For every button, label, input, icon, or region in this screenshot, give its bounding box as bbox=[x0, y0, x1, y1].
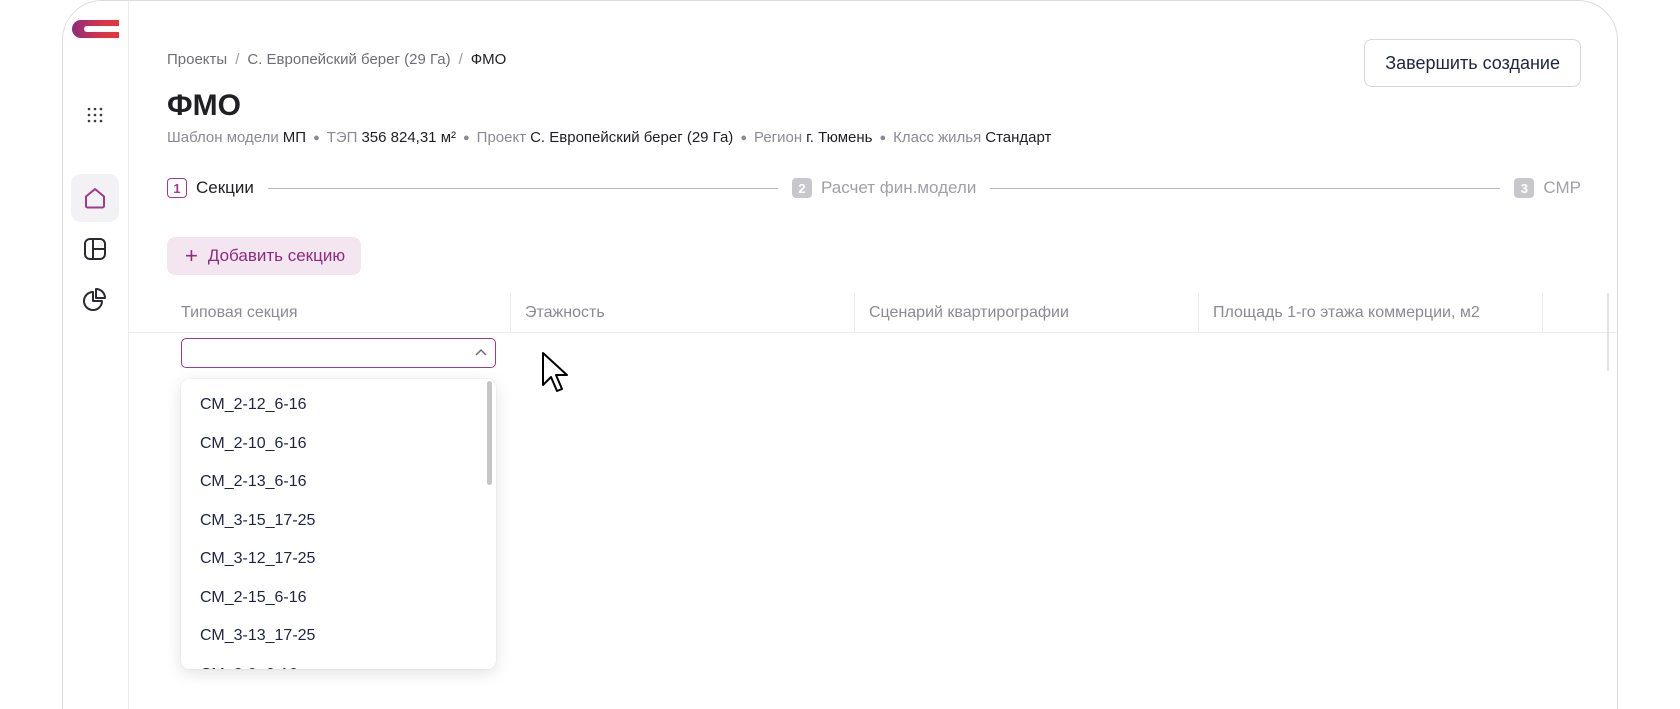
meta-separator: ● bbox=[463, 131, 470, 144]
step-sections[interactable]: 1 Секции bbox=[167, 178, 254, 198]
meta-separator: ● bbox=[313, 131, 320, 144]
dropdown-option[interactable]: СМ_3-12_17-25 bbox=[181, 540, 496, 579]
add-section-label: Добавить секцию bbox=[207, 246, 346, 265]
step-fin-model[interactable]: 2 Расчет фин.модели bbox=[791, 178, 977, 198]
main-content: Проекты / С. Европейский берег (29 Га) /… bbox=[129, 1, 1617, 709]
model-meta: Шаблон модели МП ● ТЭП 356 824,31 м² ● П… bbox=[167, 129, 1051, 146]
dropdown-option[interactable]: СМ_2-13_6-16 bbox=[181, 463, 496, 502]
breadcrumb-current: ФМО bbox=[470, 51, 507, 68]
logo-icon[interactable] bbox=[71, 19, 121, 39]
meta-project-label: Проект bbox=[476, 129, 527, 146]
breadcrumb-separator: / bbox=[458, 51, 463, 68]
home-icon bbox=[85, 188, 105, 209]
breadcrumb-separator: / bbox=[235, 51, 240, 68]
column-header-floors[interactable]: Этажность bbox=[511, 293, 855, 332]
dropdown-option[interactable]: СМ_3-13_17-25 bbox=[181, 617, 496, 656]
column-divider bbox=[1607, 293, 1609, 371]
column-header-commercial-area[interactable]: Площадь 1-го этажа коммерции, м2 bbox=[1199, 293, 1543, 332]
dropdown-option[interactable]: СМ_2-15_6-16 bbox=[181, 579, 496, 618]
nav-analytics-button[interactable] bbox=[71, 275, 119, 323]
meta-project-value: С. Европейский берег (29 Га) bbox=[530, 129, 734, 146]
meta-separator: ● bbox=[740, 131, 747, 144]
plus-icon: + bbox=[185, 243, 198, 268]
dropdown-scrollbar[interactable] bbox=[487, 381, 492, 485]
dropdown-option[interactable]: СМ_2-9_6-16 bbox=[181, 656, 496, 670]
meta-template-value: МП bbox=[282, 129, 307, 146]
nav-home-button[interactable] bbox=[71, 174, 119, 222]
section-type-select[interactable] bbox=[181, 338, 496, 368]
step-smr[interactable]: 3 СМР bbox=[1514, 178, 1581, 198]
layout-icon bbox=[84, 238, 106, 260]
step-connector bbox=[267, 187, 778, 189]
pie-chart-icon bbox=[83, 288, 106, 311]
step-label: Расчет фин.модели bbox=[820, 178, 977, 197]
breadcrumb: Проекты / С. Европейский берег (29 Га) /… bbox=[167, 51, 506, 68]
column-header-scenario[interactable]: Сценарий квартирографии bbox=[855, 293, 1199, 332]
nav-layout-button[interactable] bbox=[71, 225, 119, 273]
meta-class-label: Класс жилья bbox=[893, 129, 982, 146]
meta-region-label: Регион bbox=[753, 129, 803, 146]
page-title: ФМО bbox=[167, 89, 241, 122]
apps-menu-button[interactable] bbox=[71, 91, 119, 139]
finish-creation-button[interactable]: Завершить создание bbox=[1364, 39, 1581, 87]
step-number: 3 bbox=[1514, 178, 1535, 198]
meta-region-value: г. Тюмень bbox=[806, 129, 873, 146]
meta-class-value: Стандарт bbox=[985, 129, 1052, 146]
stepper: 1 Секции 2 Расчет фин.модели 3 СМР bbox=[167, 177, 1581, 199]
step-connector bbox=[990, 187, 1501, 189]
meta-separator: ● bbox=[879, 131, 887, 144]
cursor-icon bbox=[542, 352, 568, 392]
sidebar bbox=[63, 1, 129, 709]
meta-template-label: Шаблон модели bbox=[167, 129, 279, 146]
step-label: СМР bbox=[1543, 178, 1582, 197]
meta-tep-value: 356 824,31 м² bbox=[361, 129, 457, 146]
breadcrumb-item-project[interactable]: С. Европейский берег (29 Га) bbox=[247, 51, 450, 68]
meta-tep-label: ТЭП bbox=[326, 129, 358, 146]
table-header: Типовая секция Этажность Сценарий кварти… bbox=[129, 293, 1617, 333]
add-section-button[interactable]: + Добавить секцию bbox=[167, 237, 362, 275]
dropdown-option[interactable]: СМ_3-15_17-25 bbox=[181, 502, 496, 541]
dropdown-option[interactable]: СМ_2-10_6-16 bbox=[181, 425, 496, 464]
dropdown-option[interactable]: СМ_2-12_6-16 bbox=[181, 386, 496, 425]
apps-grid-icon bbox=[87, 107, 103, 123]
breadcrumb-item-projects[interactable]: Проекты bbox=[167, 51, 227, 68]
step-number: 2 bbox=[791, 178, 812, 198]
column-header-section[interactable]: Типовая секция bbox=[167, 293, 511, 332]
section-type-dropdown: СМ_2-12_6-16 СМ_2-10_6-16 СМ_2-13_6-16 С… bbox=[181, 379, 496, 669]
step-number: 1 bbox=[167, 178, 187, 198]
chevron-up-icon bbox=[475, 348, 487, 356]
app-frame: Проекты / С. Европейский берег (29 Га) /… bbox=[62, 0, 1618, 709]
step-label: Секции bbox=[196, 178, 254, 197]
